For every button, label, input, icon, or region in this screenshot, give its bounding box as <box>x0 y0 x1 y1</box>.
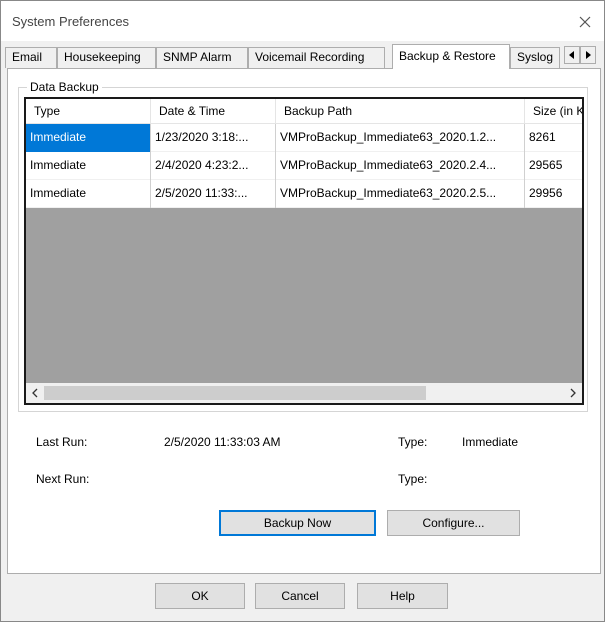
scroll-right-button[interactable] <box>564 383 582 403</box>
row-datetime: 2/5/2020 11:33:... <box>151 180 276 208</box>
window-title: System Preferences <box>12 14 130 29</box>
close-icon <box>579 16 591 28</box>
last-run-label: Last Run: <box>36 435 88 449</box>
system-preferences-window: System Preferences Email Housekeeping SN… <box>0 0 605 622</box>
title-bar: System Preferences <box>1 1 604 41</box>
tab-voicemail-recording[interactable]: Voicemail Recording <box>248 47 385 68</box>
chevron-left-icon <box>32 388 38 398</box>
tab-housekeeping[interactable]: Housekeeping <box>57 47 156 68</box>
row-datetime: 2/4/2020 4:23:2... <box>151 152 276 180</box>
tab-scroll-buttons <box>564 46 596 64</box>
last-run-value: 2/5/2020 11:33:03 AM <box>164 435 281 449</box>
configure-button[interactable]: Configure... <box>387 510 520 536</box>
scroll-thumb[interactable] <box>44 386 426 400</box>
backup-now-button[interactable]: Backup Now <box>219 510 376 536</box>
scroll-track[interactable] <box>44 383 564 403</box>
tab-backup-restore[interactable]: Backup & Restore <box>392 44 510 69</box>
scroll-left-button[interactable] <box>26 383 44 403</box>
last-type-value: Immediate <box>462 435 519 449</box>
triangle-left-icon <box>569 51 574 59</box>
backup-list-rows: Immediate 1/23/2020 3:18:... VMProBackup… <box>26 124 582 208</box>
data-backup-legend: Data Backup <box>27 80 102 94</box>
row-size: 29956 <box>525 180 582 208</box>
column-header-date-time[interactable]: Date & Time <box>151 99 276 124</box>
data-backup-group: Data Backup Type Date & Time Backup Path… <box>18 80 588 412</box>
triangle-right-icon <box>586 51 591 59</box>
tab-scroll-right-button[interactable] <box>580 46 596 64</box>
tab-email[interactable]: Email <box>5 47 57 68</box>
cancel-button[interactable]: Cancel <box>255 583 345 609</box>
row-path: VMProBackup_Immediate63_2020.2.5... <box>276 180 525 208</box>
next-run-label: Next Run: <box>36 472 90 486</box>
row-path: VMProBackup_Immediate63_2020.1.2... <box>276 124 525 152</box>
next-type-label: Type: <box>398 472 428 486</box>
help-button[interactable]: Help <box>357 583 448 609</box>
tab-scroll-left-button[interactable] <box>564 46 580 64</box>
table-row[interactable]: Immediate 1/23/2020 3:18:... VMProBackup… <box>26 124 582 152</box>
row-type: Immediate <box>26 180 151 208</box>
chevron-right-icon <box>570 388 576 398</box>
column-header-size[interactable]: Size (in K <box>525 99 582 124</box>
close-button[interactable] <box>570 7 600 37</box>
column-header-type[interactable]: Type <box>26 99 151 124</box>
row-size: 8261 <box>525 124 582 152</box>
row-type: Immediate <box>26 152 151 180</box>
row-type: Immediate <box>26 124 151 152</box>
last-type-label: Type: <box>398 435 428 449</box>
ok-button[interactable]: OK <box>155 583 245 609</box>
backup-restore-page: Data Backup Type Date & Time Backup Path… <box>7 68 601 574</box>
column-header-backup-path[interactable]: Backup Path <box>276 99 525 124</box>
tab-snmp-alarm[interactable]: SNMP Alarm <box>156 47 248 68</box>
tab-strip: Email Housekeeping SNMP Alarm Voicemail … <box>5 44 601 69</box>
backup-list[interactable]: Type Date & Time Backup Path Size (in K … <box>24 97 584 405</box>
horizontal-scrollbar[interactable] <box>26 383 582 403</box>
tab-syslog[interactable]: Syslog <box>510 47 560 68</box>
row-size: 29565 <box>525 152 582 180</box>
table-row[interactable]: Immediate 2/4/2020 4:23:2... VMProBackup… <box>26 152 582 180</box>
table-row[interactable]: Immediate 2/5/2020 11:33:... VMProBackup… <box>26 180 582 208</box>
row-path: VMProBackup_Immediate63_2020.2.4... <box>276 152 525 180</box>
row-datetime: 1/23/2020 3:18:... <box>151 124 276 152</box>
backup-list-header: Type Date & Time Backup Path Size (in K <box>26 99 582 124</box>
